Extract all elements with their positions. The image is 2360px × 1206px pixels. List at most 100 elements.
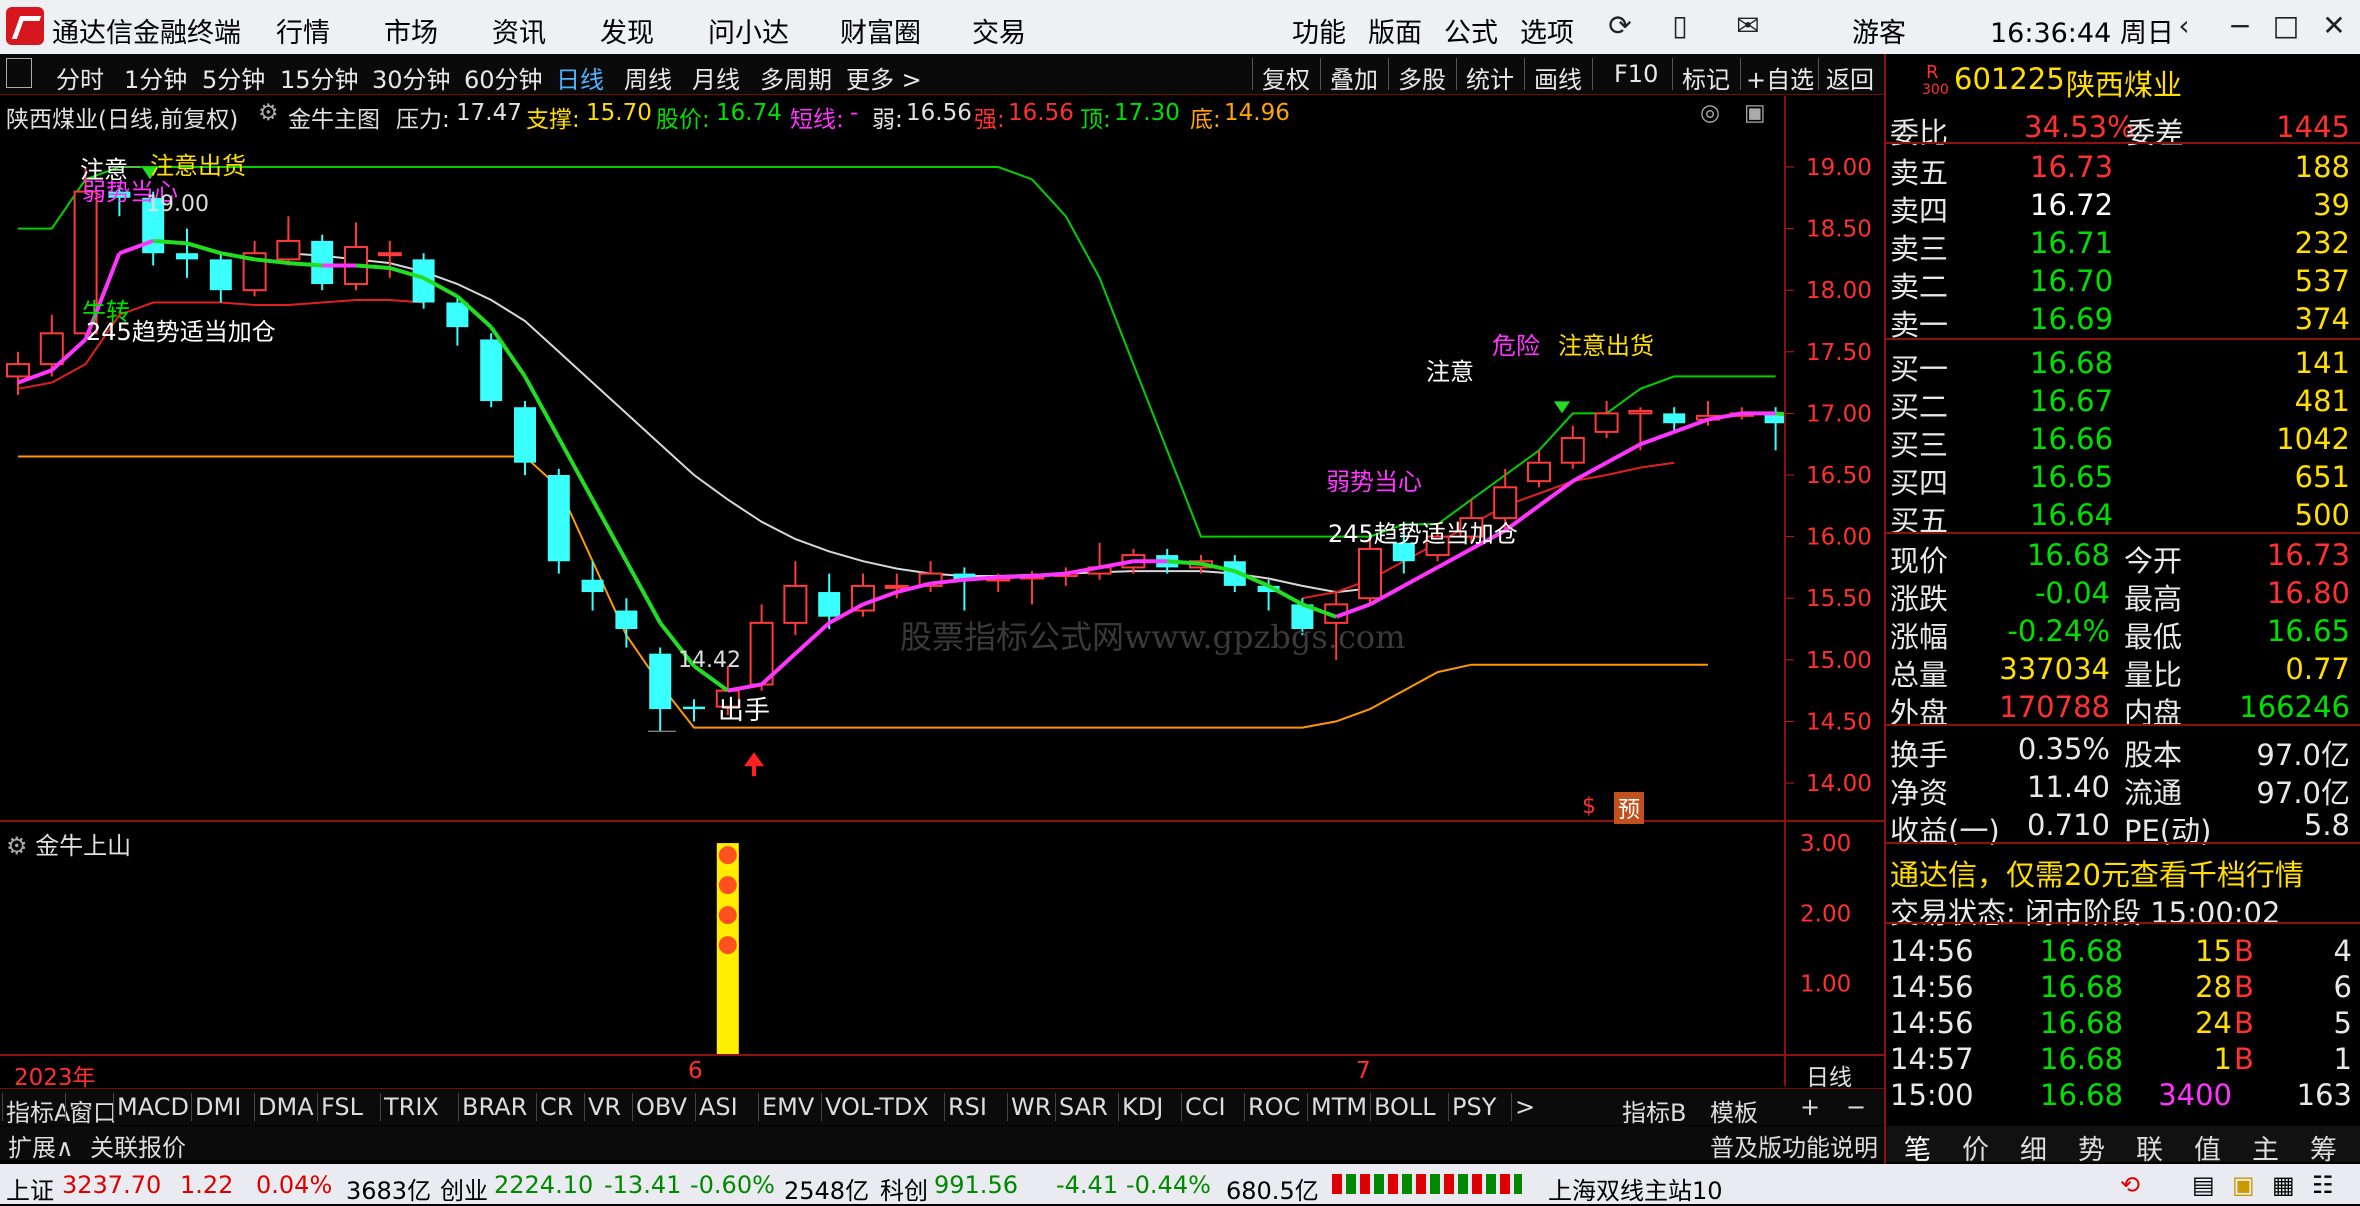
tool-biaoji[interactable]: 标记 [1682, 60, 1730, 95]
close-icon[interactable]: ✕ [2314, 6, 2354, 46]
ext-expand[interactable]: 扩展∧ [8, 1128, 74, 1163]
indicator-tab-8[interactable]: CR [540, 1093, 573, 1121]
formula-name[interactable]: 金牛主图 [288, 100, 380, 134]
indicator-tab-0[interactable]: 指标A [6, 1093, 70, 1128]
tool-fanhui[interactable]: 返回 [1826, 60, 1874, 95]
period-more[interactable]: 更多 > [846, 60, 922, 95]
indicator-tab-20[interactable]: MTM [1311, 1093, 1367, 1121]
menu-zixun[interactable]: 资讯 [492, 11, 546, 50]
tool-f10[interactable]: F10 [1614, 60, 1658, 88]
sh-label[interactable]: 上证 [6, 1171, 54, 1206]
add-icon[interactable]: + [1800, 1093, 1820, 1121]
indicator-tab-23[interactable]: > [1515, 1093, 1535, 1121]
market-breadth-icon[interactable] [1332, 1174, 1522, 1194]
period-daily[interactable]: 日线 [556, 60, 604, 95]
ask-row-5[interactable]: 卖一 16.69 374 [1886, 300, 2360, 342]
menu-hangqing[interactable]: 行情 [276, 11, 330, 50]
indicator-tab-19[interactable]: ROC [1248, 1093, 1300, 1121]
tick-row-4[interactable]: 14:57 16.68 1 B 1 [1886, 1040, 2360, 1078]
indicator-tab-5[interactable]: FSL [321, 1093, 363, 1121]
stat-row-1[interactable]: 现价 16.68 今开 16.73 [1886, 536, 2360, 578]
sync-icon[interactable]: ⟲ [2120, 1171, 2140, 1199]
ask-row-1[interactable]: 卖五 16.73 188 [1886, 148, 2360, 190]
indicator-tab-17[interactable]: KDJ [1122, 1093, 1163, 1121]
menu-jiaoyi[interactable]: 交易 [972, 11, 1026, 50]
indicator-tab-15[interactable]: WR [1011, 1093, 1051, 1121]
menu-shichang[interactable]: 市场 [384, 11, 438, 50]
menu-xuanxiang[interactable]: 选项 [1520, 11, 1574, 50]
chart-menu-icon[interactable]: ◎ [1700, 100, 1720, 126]
indicator-tab-10[interactable]: OBV [636, 1093, 687, 1121]
bid-row-4[interactable]: 买四 16.65 651 [1886, 458, 2360, 500]
bid-row-1[interactable]: 买一 16.68 141 [1886, 344, 2360, 386]
trade-state-row[interactable]: 交易状态: 闭市阶段 15:00:02 [1886, 888, 2360, 930]
tick-row-5[interactable]: 15:00 16.68 3400 163 [1886, 1076, 2360, 1114]
indicator-tab-21[interactable]: BOLL [1374, 1093, 1436, 1121]
stat2-row-2[interactable]: 净资 11.40 流通 97.0亿 [1886, 768, 2360, 810]
quote-tab-4[interactable]: 联 [2136, 1128, 2163, 1167]
menu-banmian[interactable]: 版面 [1368, 11, 1422, 50]
period-monthly[interactable]: 月线 [692, 60, 740, 95]
stat-row-4[interactable]: 总量 337034 量比 0.77 [1886, 650, 2360, 692]
formula-gear-icon[interactable]: ⚙ [258, 100, 279, 126]
indicator-tab-18[interactable]: CCI [1185, 1093, 1226, 1121]
stat-row-3[interactable]: 涨幅 -0.24% 最低 16.65 [1886, 612, 2360, 654]
period-5min[interactable]: 5分钟 [202, 60, 265, 95]
dollar-icon[interactable]: $ [1582, 794, 1596, 819]
ask-row-4[interactable]: 卖二 16.70 537 [1886, 262, 2360, 304]
minimize-icon[interactable]: − [2220, 6, 2260, 46]
indicator-b-tab[interactable]: 指标B [1622, 1093, 1686, 1128]
ext-related[interactable]: 关联报价 [90, 1128, 186, 1163]
template-tab[interactable]: 模板 [1710, 1093, 1758, 1128]
stat2-row-1[interactable]: 换手 0.35% 股本 97.0亿 [1886, 730, 2360, 772]
stat2-row-3[interactable]: 收益(一) 0.710 PE(动) 5.8 [1886, 806, 2360, 848]
help-link[interactable]: 普及版功能说明 [1710, 1128, 1878, 1163]
mail-icon[interactable]: ✉ [1728, 6, 1768, 46]
tool-huaxian[interactable]: 画线 [1534, 60, 1582, 95]
cy-label[interactable]: 创业 [440, 1171, 488, 1206]
quote-tab-7[interactable]: 筹 [2310, 1128, 2337, 1167]
quote-tab-1[interactable]: 价 [1962, 1128, 1989, 1167]
stat-row-5[interactable]: 外盘 170788 内盘 166246 [1886, 688, 2360, 730]
sub-chart[interactable] [0, 822, 1784, 1054]
menu-gongshi[interactable]: 公式 [1444, 11, 1498, 50]
menu-wenxiaoda[interactable]: 问小达 [708, 11, 789, 50]
period-15min[interactable]: 15分钟 [280, 60, 359, 95]
back-icon[interactable]: ‹ [2164, 6, 2204, 46]
phone-icon[interactable]: ▯ [1660, 6, 1700, 46]
price-chart[interactable] [0, 130, 1784, 820]
remove-icon[interactable]: − [1846, 1093, 1866, 1121]
panel-toggle-icon[interactable] [6, 58, 32, 88]
ask-row-2[interactable]: 卖四 16.72 39 [1886, 186, 2360, 228]
quote-tab-6[interactable]: 主 [2252, 1128, 2279, 1167]
forecast-badge[interactable]: 预 [1614, 792, 1645, 824]
period-1min[interactable]: 1分钟 [124, 60, 187, 95]
weibi-row[interactable]: 委比 34.53% 委差 1445 [1886, 108, 2360, 150]
indicator-tab-7[interactable]: BRAR [462, 1093, 527, 1121]
quote-header[interactable]: R 300 601225 陕西煤业 [1886, 60, 2360, 102]
indicator-tab-9[interactable]: VR [588, 1093, 621, 1121]
indicator-tab-4[interactable]: DMA [258, 1093, 314, 1121]
settings-icon[interactable]: ☷ [2312, 1171, 2334, 1199]
bid-row-2[interactable]: 买二 16.67 481 [1886, 382, 2360, 424]
quote-tab-0[interactable]: 笔 [1904, 1128, 1931, 1167]
indicator-tab-1[interactable]: 窗口 [69, 1093, 117, 1128]
indicator-tab-14[interactable]: RSI [948, 1093, 987, 1121]
server-name[interactable]: 上海双线主站10 [1548, 1171, 1723, 1206]
refresh-icon[interactable]: ⟳ [1600, 6, 1640, 46]
indicator-tab-12[interactable]: EMV [762, 1093, 814, 1121]
period-fenshi[interactable]: 分时 [56, 60, 104, 95]
indicator-tab-3[interactable]: DMI [195, 1093, 241, 1121]
tick-row-3[interactable]: 14:56 16.68 24 B 5 [1886, 1004, 2360, 1042]
tool-tongji[interactable]: 统计 [1466, 60, 1514, 95]
menu-faxian[interactable]: 发现 [600, 11, 654, 50]
layout-icon[interactable]: ▦ [2272, 1171, 2295, 1199]
lock-icon[interactable]: ▣ [2232, 1171, 2255, 1199]
indicator-tab-16[interactable]: SAR [1059, 1093, 1108, 1121]
period-multi[interactable]: 多周期 [760, 60, 832, 95]
tool-duogu[interactable]: 多股 [1398, 60, 1446, 95]
bid-row-3[interactable]: 买三 16.66 1042 [1886, 420, 2360, 462]
indicator-tab-6[interactable]: TRIX [384, 1093, 439, 1121]
stat-row-2[interactable]: 涨跌 -0.04 最高 16.80 [1886, 574, 2360, 616]
chart-collapse-icon[interactable]: ▣ [1744, 100, 1766, 126]
